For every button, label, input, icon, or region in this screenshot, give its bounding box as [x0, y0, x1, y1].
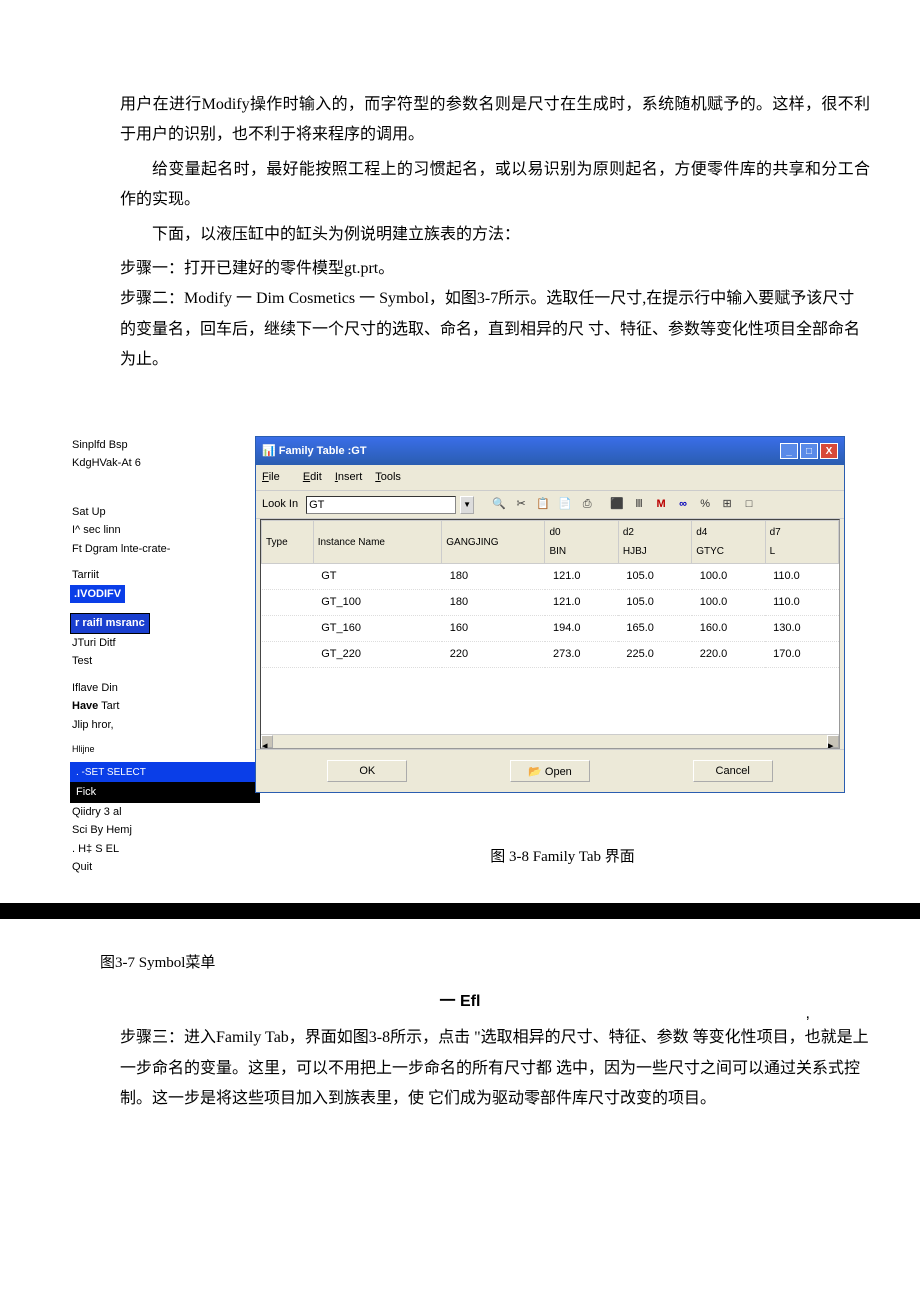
- col-d2[interactable]: d2 HJBJ: [618, 521, 691, 564]
- toolbar: Look In ▼ 🔍 ✂ 📋 📄 ⎙ ⬛ Ⅲ M ∞ % ⊞ □: [256, 490, 844, 519]
- copy-icon[interactable]: 📋: [534, 496, 552, 514]
- toolbar-icon[interactable]: M: [652, 496, 670, 514]
- black-divider: [0, 903, 920, 919]
- menu-set-select[interactable]: . -SET SELECT: [70, 762, 260, 783]
- horizontal-scrollbar[interactable]: ◂ ▸: [261, 734, 839, 748]
- toolbar-icon[interactable]: □: [740, 496, 758, 514]
- menu-item[interactable]: I^ sec linn: [70, 521, 255, 540]
- menu-item[interactable]: JTuri Ditf: [70, 634, 255, 653]
- col-type[interactable]: Type: [262, 521, 314, 564]
- lookin-label: Look In: [262, 494, 298, 515]
- col-d4[interactable]: d4 GTYC: [692, 521, 765, 564]
- toolbar-icon[interactable]: 🔍: [490, 496, 508, 514]
- menu-msranc-highlight[interactable]: r raifl msranc: [70, 613, 150, 634]
- step-3: 步骤三：进入Family Tab，界面如图3-8所示，点击 "选取相异的尺寸、特…: [120, 1023, 870, 1114]
- menu-modify-highlight[interactable]: .IVODIFV: [70, 585, 125, 604]
- close-icon[interactable]: X: [820, 443, 838, 459]
- table-row[interactable]: GT180121.0105.0100.0110.0: [262, 564, 839, 590]
- toolbar-icon[interactable]: ⊞: [718, 496, 736, 514]
- col-instance[interactable]: Instance Name: [313, 521, 442, 564]
- table-header-row: Type Instance Name GANGJING d0 BIN d2 HJ…: [262, 521, 839, 564]
- paragraph-1: 用户在进行Modify操作时输入的，而字符型的参数名则是尺寸在生成时，系统随机赋…: [120, 90, 870, 151]
- paste-icon[interactable]: 📄: [556, 496, 574, 514]
- col-d7[interactable]: d7 L: [765, 521, 838, 564]
- dialog-buttons: OK 📂 Open Cancel: [256, 749, 844, 792]
- menu-item[interactable]: Sinplfd Bsp: [70, 436, 255, 455]
- menu-item[interactable]: . H‡ S EL: [70, 840, 255, 859]
- menu-item[interactable]: Tarriit: [70, 566, 255, 585]
- table-row[interactable]: GT_220220273.0225.0220.0170.0: [262, 641, 839, 667]
- menu-file[interactable]: File: [262, 471, 290, 483]
- menubar: File Edit Insert Tools: [256, 465, 844, 490]
- cut-icon[interactable]: ✂: [512, 496, 530, 514]
- open-button[interactable]: 📂 Open: [510, 760, 590, 782]
- toolbar-icon[interactable]: Ⅲ: [630, 496, 648, 514]
- lookin-input[interactable]: [306, 496, 456, 514]
- menu-item[interactable]: Iflave Din: [70, 679, 255, 698]
- menu-tools[interactable]: Tools: [375, 471, 401, 483]
- menu-item[interactable]: Test: [70, 652, 255, 671]
- minimize-icon[interactable]: _: [780, 443, 798, 459]
- window-titlebar[interactable]: 📊 Family Table :GT _ □ X: [256, 437, 844, 466]
- menu-item[interactable]: Sci By Hemj: [70, 821, 255, 840]
- efl-heading: 一 Efl ,: [50, 987, 870, 1017]
- menu-item: Hlijne: [70, 742, 255, 758]
- col-d0[interactable]: d0 BIN: [545, 521, 618, 564]
- figure-3-8-caption: 图 3-8 Family Tab 界面: [255, 843, 870, 872]
- toolbar-icon[interactable]: ∞: [674, 496, 692, 514]
- menu-pick[interactable]: Fick: [70, 782, 260, 803]
- figure-3-7-caption: 图3-7 Symbol菜单: [100, 949, 870, 978]
- dropdown-icon[interactable]: ▼: [460, 496, 474, 514]
- step-2: 步骤二：Modify 一 Dim Cosmetics 一 Symbol，如图3-…: [120, 284, 870, 375]
- menu-item[interactable]: Jlip hror,: [70, 716, 255, 735]
- add-col-icon[interactable]: ⬛: [608, 496, 626, 514]
- menu-item[interactable]: Ft Dgram lnte-crate-: [70, 540, 255, 559]
- family-table: Type Instance Name GANGJING d0 BIN d2 HJ…: [260, 519, 840, 749]
- maximize-icon[interactable]: □: [800, 443, 818, 459]
- menu-item[interactable]: Qiidry 3 al: [70, 803, 255, 822]
- ok-button[interactable]: OK: [327, 760, 407, 782]
- toolbar-icon[interactable]: %: [696, 496, 714, 514]
- menu-edit[interactable]: Edit: [303, 471, 322, 483]
- menu-item[interactable]: Quit: [70, 858, 255, 877]
- step-1: 步骤一：打开已建好的零件模型gt.prt。: [120, 254, 870, 284]
- paragraph-2: 给变量起名时，最好能按照工程上的习惯起名，或以易识别为原则起名，方便零件库的共享…: [120, 155, 870, 216]
- menu-item[interactable]: KdgHVak-At 6: [70, 454, 255, 473]
- table-row[interactable]: GT_160160194.0165.0160.0130.0: [262, 615, 839, 641]
- scroll-left-icon[interactable]: ◂: [261, 735, 273, 748]
- window-title: 📊 Family Table :GT: [262, 441, 367, 462]
- menu-insert[interactable]: Insert: [335, 471, 363, 483]
- menu-item[interactable]: Sat Up: [70, 503, 255, 522]
- cancel-button[interactable]: Cancel: [693, 760, 773, 782]
- menu-item[interactable]: Have Tart: [70, 697, 255, 716]
- family-table-window: 📊 Family Table :GT _ □ X File Edit Inser…: [255, 436, 845, 794]
- col-gangjing[interactable]: GANGJING: [442, 521, 545, 564]
- symbol-menu: Sinplfd Bsp KdgHVak-At 6 Sat Up I^ sec l…: [50, 436, 255, 883]
- toolbar-icon[interactable]: ⎙: [578, 496, 596, 514]
- paragraph-3: 下面，以液压缸中的缸头为例说明建立族表的方法：: [120, 220, 870, 250]
- scroll-right-icon[interactable]: ▸: [827, 735, 839, 748]
- table-row[interactable]: GT_100180121.0105.0100.0110.0: [262, 590, 839, 616]
